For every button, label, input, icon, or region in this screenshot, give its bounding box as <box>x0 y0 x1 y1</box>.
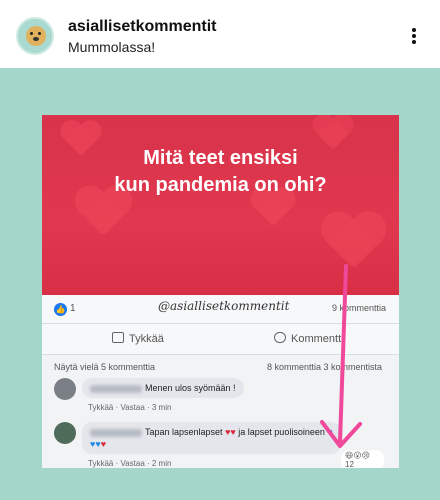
commenter-name-redacted <box>90 428 142 437</box>
pink-arrow-annotation <box>320 264 362 448</box>
banner-line-2: kun pandemia on ohi? <box>114 174 327 196</box>
reaction-count: 12 <box>345 460 354 468</box>
red-heart-emoji-icon: ♥ <box>100 439 107 449</box>
comment-time: 3 min <box>151 403 172 412</box>
comment-like-link[interactable]: Tykkää <box>88 459 113 468</box>
comment-bubble: Tapan lapsenlapset ♥♥ ja lapset puolisoi… <box>82 422 341 454</box>
banner-question: Mitä teet ensiksi kun pandemia on ohi? <box>42 145 399 199</box>
banner-line-1: Mitä teet ensiksi <box>143 147 298 169</box>
username[interactable]: asiallisetkommentit <box>68 18 217 36</box>
like-count: 1 <box>70 303 76 314</box>
comment-meta: Tykkää · Vastaa · 3 min <box>88 403 172 412</box>
thumbs-up-icon <box>112 332 124 343</box>
avatar[interactable] <box>16 17 54 55</box>
like-reaction-icon: 👍 <box>54 303 67 316</box>
comment-bubble: Menen ulos syömään ! <box>82 378 244 398</box>
commenter-name-redacted <box>90 384 142 393</box>
like-button-label: Tykkää <box>129 333 164 345</box>
comment-reply-link[interactable]: Vastaa <box>120 403 144 412</box>
blue-hearts-emoji-icon: ♥♥ <box>90 439 101 449</box>
commenter-avatar[interactable] <box>54 422 76 444</box>
red-hearts-emoji-icon: ♥♥ <box>225 427 236 437</box>
facebook-screenshot: Mitä teet ensiksi kun pandemia on ohi? 👍… <box>42 115 399 468</box>
comment-reply-link[interactable]: Vastaa <box>120 459 144 468</box>
comment-bubble-icon <box>274 332 286 343</box>
comment-text-part1: Tapan lapsenlapset <box>145 427 223 437</box>
watermark: @asiallisetkommentit <box>158 299 290 313</box>
post-image[interactable]: Mitä teet ensiksi kun pandemia on ohi? 👍… <box>0 68 440 500</box>
comment-text: Menen ulos syömään ! <box>145 383 236 393</box>
commenter-avatar[interactable] <box>54 378 76 400</box>
show-more-comments[interactable]: Näytä vielä 5 kommenttia <box>54 362 155 372</box>
comment-time: 2 min <box>151 459 172 468</box>
comment-like-link[interactable]: Tykkää <box>88 403 113 412</box>
post-header: asiallisetkommentit Mummolassa! <box>0 0 440 68</box>
more-vertical-icon[interactable] <box>404 22 424 50</box>
like-button[interactable]: Tykkää <box>112 332 164 345</box>
post-location-caption: Mummolassa! <box>68 39 156 55</box>
comment-meta: Tykkää · Vastaa · 2 min <box>88 459 172 468</box>
dog-avatar-icon <box>26 26 46 46</box>
